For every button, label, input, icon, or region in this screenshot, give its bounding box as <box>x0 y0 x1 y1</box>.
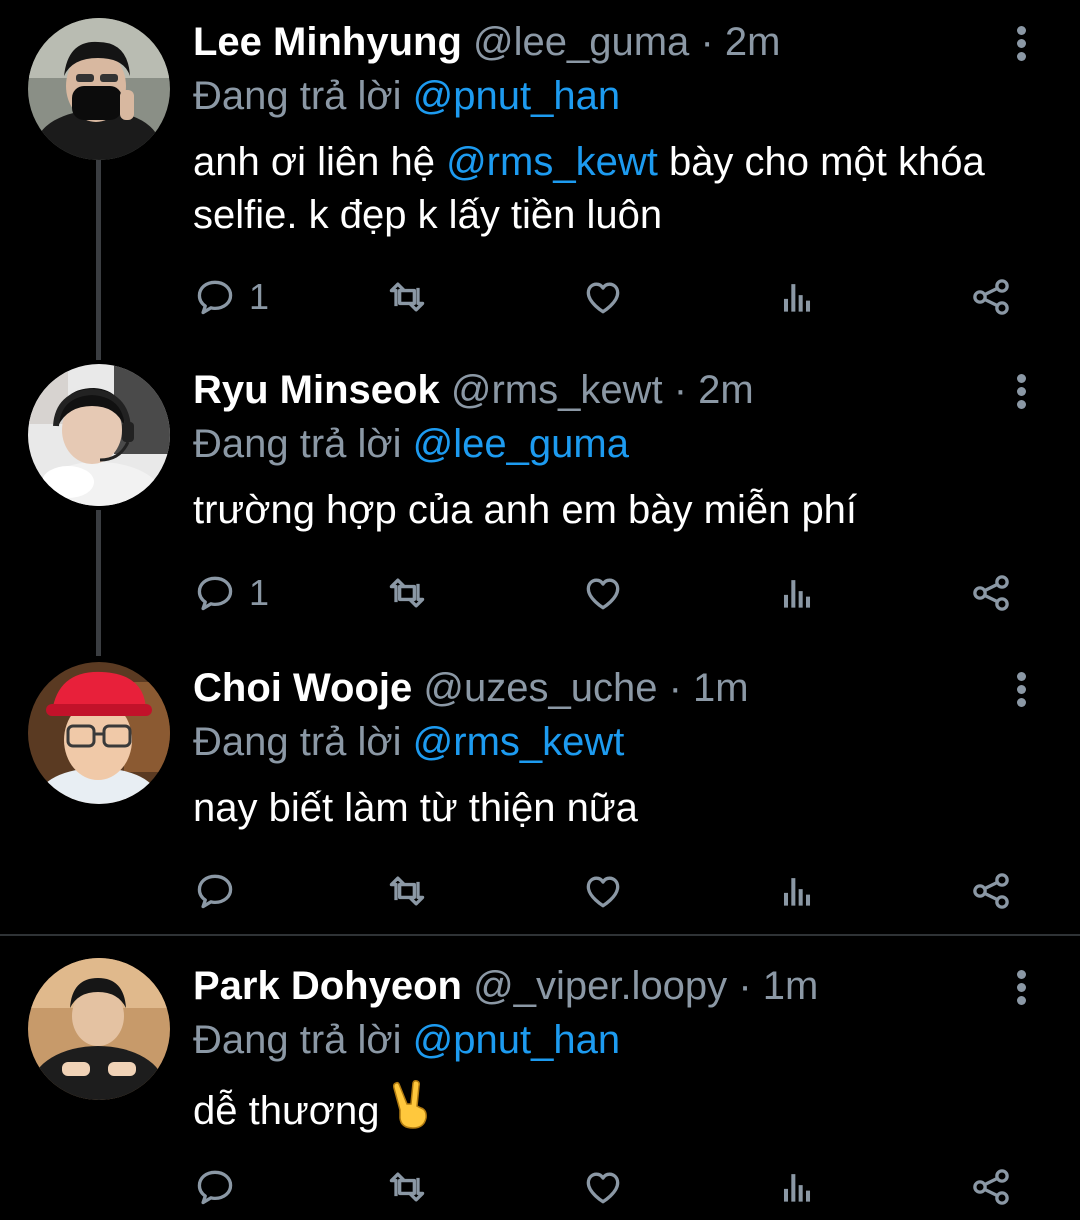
tweet[interactable]: Ryu Minseok @rms_kewt · 2m Đang trả lời … <box>0 348 1080 638</box>
reply-mention[interactable]: @lee_guma <box>413 422 629 466</box>
reply-count: 1 <box>249 572 270 613</box>
text-mention[interactable]: @rms_kewt <box>446 140 658 184</box>
user-handle[interactable]: @_viper.loopy <box>473 964 727 1008</box>
tweet-text: nay biết làm từ thiện nữa <box>193 786 638 830</box>
user-handle[interactable]: @lee_guma <box>473 20 689 64</box>
tweet-text: anh ơi liên hệ @rms_kewt bày cho một khó… <box>193 136 1013 242</box>
timestamp[interactable]: 2m <box>698 368 754 412</box>
reply-prefix: Đang trả lời <box>193 1018 402 1062</box>
tweet-header: Choi Wooje @uzes_uche · 1m <box>193 664 749 712</box>
reply-count: 1 <box>249 276 270 317</box>
timestamp[interactable]: 2m <box>725 20 781 64</box>
reply-icon <box>197 874 233 909</box>
tweet-header: Lee Minhyung @lee_guma · 2m <box>193 18 780 66</box>
tweet-text-part: dễ thương <box>193 1089 380 1133</box>
share-icon <box>973 873 1009 909</box>
avatar[interactable] <box>28 364 170 506</box>
like-icon <box>586 282 620 314</box>
action-bar: 1 <box>193 272 1023 322</box>
display-name[interactable]: Park Dohyeon <box>193 964 462 1008</box>
share-icon <box>973 279 1009 315</box>
more-icon[interactable] <box>1008 370 1036 414</box>
analytics-button[interactable] <box>775 866 819 916</box>
display-name[interactable]: Ryu Minseok <box>193 368 440 412</box>
retweet-icon <box>389 578 425 608</box>
retweet-button[interactable] <box>385 272 429 322</box>
share-button[interactable] <box>969 1162 1013 1212</box>
user-handle[interactable]: @uzes_uche <box>423 666 657 710</box>
separator: · <box>700 20 714 64</box>
share-button[interactable] <box>969 866 1013 916</box>
reply-button[interactable] <box>193 866 249 916</box>
more-icon[interactable] <box>1008 966 1036 1010</box>
reply-prefix: Đang trả lời <box>193 74 402 118</box>
share-button[interactable] <box>969 568 1013 618</box>
separator: · <box>668 666 682 710</box>
analytics-icon <box>783 580 811 608</box>
separator: · <box>738 964 752 1008</box>
analytics-button[interactable] <box>775 1162 819 1212</box>
tweet[interactable]: Lee Minhyung @lee_guma · 2m Đang trả lời… <box>0 0 1080 340</box>
analytics-icon <box>783 878 811 906</box>
reply-mention[interactable]: @pnut_han <box>413 74 620 118</box>
like-button[interactable] <box>581 568 625 618</box>
action-bar <box>193 866 1023 916</box>
victory-hand-emoji <box>391 1080 433 1144</box>
reply-button[interactable]: 1 <box>193 568 269 618</box>
reply-icon <box>197 280 233 315</box>
retweet-button[interactable] <box>385 1162 429 1212</box>
reply-prefix: Đang trả lời <box>193 422 402 466</box>
like-icon <box>586 876 620 908</box>
divider <box>0 934 1080 936</box>
action-bar: 1 <box>193 568 1023 618</box>
avatar[interactable] <box>28 662 170 804</box>
analytics-icon <box>783 1174 811 1202</box>
retweet-button[interactable] <box>385 568 429 618</box>
like-button[interactable] <box>581 1162 625 1212</box>
tweet-text: dễ thương <box>193 1080 1013 1144</box>
share-icon <box>973 1169 1009 1205</box>
more-icon[interactable] <box>1008 668 1036 712</box>
share-icon <box>973 575 1009 611</box>
avatar[interactable] <box>28 958 170 1100</box>
like-icon <box>586 1172 620 1204</box>
like-button[interactable] <box>581 272 625 322</box>
reply-icon <box>197 1170 233 1205</box>
retweet-icon <box>389 282 425 312</box>
display-name[interactable]: Choi Wooje <box>193 666 412 710</box>
like-button[interactable] <box>581 866 625 916</box>
reply-button[interactable] <box>193 1162 249 1212</box>
tweet-text-part: anh ơi liên hệ <box>193 140 447 184</box>
reply-button[interactable]: 1 <box>193 272 269 322</box>
avatar[interactable] <box>28 18 170 160</box>
reply-context: Đang trả lời @lee_guma <box>193 420 629 468</box>
analytics-icon <box>783 284 811 312</box>
display-name[interactable]: Lee Minhyung <box>193 20 462 64</box>
timestamp[interactable]: 1m <box>693 666 749 710</box>
reply-context: Đang trả lời @pnut_han <box>193 1016 620 1064</box>
like-icon <box>586 578 620 610</box>
share-button[interactable] <box>969 272 1013 322</box>
reply-prefix: Đang trả lời <box>193 720 402 764</box>
reply-context: Đang trả lời @pnut_han <box>193 72 620 120</box>
tweet-text: trường hợp của anh em bày miễn phí <box>193 488 858 532</box>
analytics-button[interactable] <box>775 272 819 322</box>
retweet-button[interactable] <box>385 866 429 916</box>
reply-mention[interactable]: @rms_kewt <box>413 720 625 764</box>
analytics-button[interactable] <box>775 568 819 618</box>
reply-icon <box>197 576 233 611</box>
tweet[interactable]: Choi Wooje @uzes_uche · 1m Đang trả lời … <box>0 644 1080 930</box>
user-handle[interactable]: @rms_kewt <box>451 368 663 412</box>
tweet-header: Park Dohyeon @_viper.loopy · 1m <box>193 962 818 1010</box>
tweet-header: Ryu Minseok @rms_kewt · 2m <box>193 366 754 414</box>
more-icon[interactable] <box>1008 22 1036 66</box>
reply-mention[interactable]: @pnut_han <box>413 1018 620 1062</box>
reply-context: Đang trả lời @rms_kewt <box>193 718 624 766</box>
retweet-icon <box>389 876 425 906</box>
action-bar <box>193 1162 1023 1212</box>
timestamp[interactable]: 1m <box>763 964 819 1008</box>
separator: · <box>673 368 688 412</box>
retweet-icon <box>389 1172 425 1202</box>
tweet[interactable]: Park Dohyeon @_viper.loopy · 1m Đang trả… <box>0 940 1080 1220</box>
